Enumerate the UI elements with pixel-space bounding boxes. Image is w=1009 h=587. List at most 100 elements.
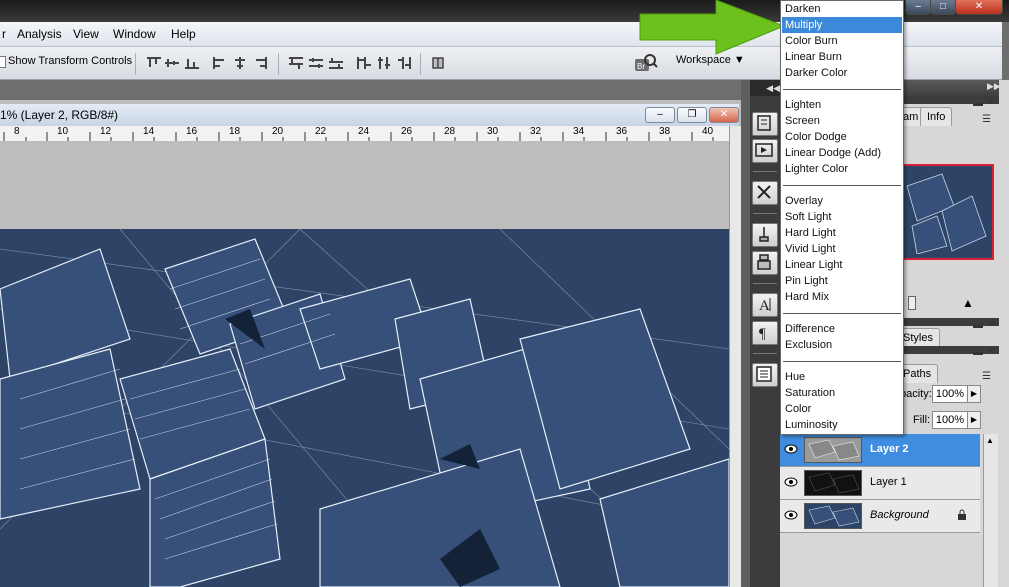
- blend-color-dodge[interactable]: Color Dodge: [782, 129, 902, 145]
- distribute-hcenter-icon[interactable]: [376, 56, 392, 70]
- blend-saturation[interactable]: Saturation: [782, 385, 902, 401]
- distribute-bottom-icon[interactable]: [328, 56, 344, 70]
- close-panel-icon[interactable]: ✕: [987, 319, 995, 330]
- actions-play-icon[interactable]: [752, 139, 778, 163]
- tab-info[interactable]: Info: [920, 107, 953, 126]
- menu-separator: [783, 313, 901, 314]
- align-left-icon[interactable]: [212, 56, 228, 70]
- clone-source-icon[interactable]: [752, 251, 778, 275]
- brushes-icon[interactable]: [752, 223, 778, 247]
- distribute-vcenter-icon[interactable]: [308, 56, 324, 70]
- minimize-panel-icon[interactable]: ▬: [973, 98, 983, 109]
- zoom-in-icon[interactable]: ▲: [962, 296, 974, 310]
- history-icon[interactable]: [752, 112, 778, 136]
- doc-minimize-button[interactable]: –: [645, 107, 675, 123]
- distribute-right-icon[interactable]: [396, 56, 412, 70]
- distribute-left-icon[interactable]: [356, 56, 372, 70]
- zoom-slider[interactable]: ▲: [900, 296, 1000, 310]
- blend-darker-color[interactable]: Darker Color: [782, 65, 902, 81]
- dock-separator: [753, 171, 777, 172]
- menu-item-help[interactable]: Help: [171, 27, 196, 41]
- minimize-panel-icon[interactable]: ▬: [973, 347, 983, 358]
- navigator-thumbnail[interactable]: [900, 164, 994, 260]
- close-panel-icon[interactable]: ✕: [987, 97, 995, 108]
- close-button[interactable]: ✕: [955, 0, 1003, 15]
- panel-menu-icon[interactable]: ☰: [982, 371, 991, 382]
- align-hcenter-icon[interactable]: [232, 56, 248, 70]
- blend-darken[interactable]: Darken: [782, 1, 902, 17]
- paragraph-icon[interactable]: ¶: [752, 321, 778, 345]
- doc-restore-button[interactable]: ❐: [677, 107, 707, 123]
- zoom-slider-handle[interactable]: [908, 296, 916, 310]
- distribute-top-icon[interactable]: [288, 56, 304, 70]
- panel-menu-icon[interactable]: ☰: [982, 114, 991, 125]
- blend-color-burn[interactable]: Color Burn: [782, 33, 902, 49]
- layer-row[interactable]: Layer 2: [780, 434, 980, 467]
- bridge-icon[interactable]: Br: [634, 53, 658, 73]
- eye-icon[interactable]: [784, 442, 798, 456]
- layer-row[interactable]: Layer 1: [780, 467, 980, 500]
- maximize-button[interactable]: □: [930, 0, 956, 15]
- blend-luminosity[interactable]: Luminosity: [782, 417, 902, 433]
- blend-linear-burn[interactable]: Linear Burn: [782, 49, 902, 65]
- align-top-icon[interactable]: [146, 56, 162, 70]
- minimize-button[interactable]: –: [905, 0, 931, 15]
- green-arrow-icon: [639, 0, 786, 55]
- layers-scrollbar[interactable]: ▲: [983, 434, 998, 587]
- blend-linear-dodge[interactable]: Linear Dodge (Add): [782, 145, 902, 161]
- doc-close-button[interactable]: ✕: [709, 107, 739, 123]
- close-panel-icon[interactable]: ✕: [987, 346, 995, 357]
- layer-name[interactable]: Layer 1: [870, 476, 907, 488]
- canvas-artwork[interactable]: [0, 229, 729, 587]
- blend-hard-mix[interactable]: Hard Mix: [782, 289, 902, 305]
- blend-hard-light[interactable]: Hard Light: [782, 225, 902, 241]
- layer-name[interactable]: Background: [870, 509, 929, 521]
- tool-presets-icon[interactable]: [752, 181, 778, 205]
- align-bottom-icon[interactable]: [184, 56, 200, 70]
- blend-lighten[interactable]: Lighten: [782, 97, 902, 113]
- fill-slider-arrow-icon[interactable]: ▶: [967, 411, 981, 429]
- layer-name[interactable]: Layer 2: [870, 443, 909, 455]
- opacity-label: pacity:: [900, 388, 932, 400]
- expand-dock-icon[interactable]: ▶▶: [987, 81, 1001, 92]
- scroll-up-icon[interactable]: ▲: [986, 436, 994, 445]
- blend-pin-light[interactable]: Pin Light: [782, 273, 902, 289]
- document-title-bar: 1% (Layer 2, RGB/8#) – ❐ ✕: [0, 104, 739, 127]
- menu-item-window[interactable]: Window: [113, 27, 156, 41]
- blend-difference[interactable]: Difference: [782, 321, 902, 337]
- layer-thumbnail: [804, 437, 862, 463]
- character-icon[interactable]: A: [752, 293, 778, 317]
- blend-exclusion[interactable]: Exclusion: [782, 337, 902, 353]
- blend-linear-light[interactable]: Linear Light: [782, 257, 902, 273]
- blend-overlay[interactable]: Overlay: [782, 193, 902, 209]
- menu-separator: [783, 361, 901, 362]
- ruler-label: 26: [401, 126, 413, 137]
- fill-field[interactable]: 100%: [932, 411, 968, 429]
- blend-screen[interactable]: Screen: [782, 113, 902, 129]
- minimize-panel-icon[interactable]: ▬: [973, 320, 983, 331]
- eye-icon[interactable]: [784, 475, 798, 489]
- dock-separator: [753, 353, 777, 354]
- menu-item-analysis[interactable]: Analysis: [17, 27, 62, 41]
- notes-icon[interactable]: [752, 363, 778, 387]
- eye-icon[interactable]: [784, 508, 798, 522]
- ruler-label: 10: [57, 126, 69, 137]
- auto-align-icon[interactable]: [430, 56, 446, 70]
- architecture-render-image: [0, 229, 729, 587]
- blend-lighter-color[interactable]: Lighter Color: [782, 161, 902, 177]
- blend-vivid-light[interactable]: Vivid Light: [782, 241, 902, 257]
- blend-soft-light[interactable]: Soft Light: [782, 209, 902, 225]
- transform-controls-checkbox[interactable]: [0, 56, 6, 68]
- dock-collapse-icon[interactable]: ◀◀: [750, 80, 780, 96]
- blend-hue[interactable]: Hue: [782, 369, 902, 385]
- blend-color[interactable]: Color: [782, 401, 902, 417]
- opacity-slider-arrow-icon[interactable]: ▶: [967, 385, 981, 403]
- align-vcenter-icon[interactable]: [164, 56, 180, 70]
- menu-item-view[interactable]: View: [73, 27, 99, 41]
- menu-item-partial[interactable]: r: [2, 27, 6, 41]
- layer-row[interactable]: Background: [780, 500, 980, 533]
- blend-multiply[interactable]: Multiply: [782, 17, 902, 33]
- svg-text:Br: Br: [637, 62, 645, 71]
- opacity-field[interactable]: 100%: [932, 385, 968, 403]
- align-right-icon[interactable]: [252, 56, 268, 70]
